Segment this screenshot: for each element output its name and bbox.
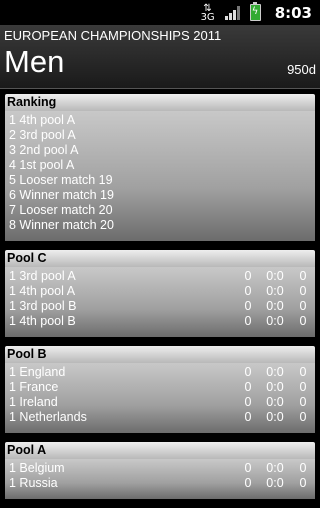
ranking-section[interactable]: Ranking 1 4th pool A2 3rd pool A3 2nd po…	[5, 94, 315, 241]
pool-row[interactable]: 1 Netherlands 0 0:0 0	[5, 410, 315, 425]
games-value: 0	[244, 314, 252, 328]
points-value: 0	[299, 365, 307, 379]
points-value: 0	[299, 269, 307, 283]
score-value: 0:0	[266, 380, 284, 394]
score-value: 0:0	[266, 314, 284, 328]
ranking-row[interactable]: 3 2nd pool A	[5, 143, 315, 158]
ranking-row[interactable]: 1 4th pool A	[5, 113, 315, 128]
team-name: 1 Ireland	[9, 395, 58, 409]
points-value: 0	[299, 410, 307, 424]
points-value: 0	[299, 314, 307, 328]
standings-list[interactable]: Ranking 1 4th pool A2 3rd pool A3 2nd po…	[5, 94, 315, 508]
score-value: 0:0	[266, 299, 284, 313]
pool-section[interactable]: Pool B1 England 0 0:0 0 1 France 0 0:0 0 1 Irela…	[5, 346, 315, 433]
section-header-ranking: Ranking	[5, 94, 315, 111]
games-value: 0	[244, 410, 252, 424]
ranking-entry: 6 Winner match 19	[9, 188, 114, 202]
ranking-row[interactable]: 6 Winner match 19	[5, 188, 315, 203]
team-name: 1 4th pool B	[9, 314, 76, 328]
ranking-entry: 2 3rd pool A	[9, 128, 76, 142]
points-value: 0	[299, 299, 307, 313]
score-value: 0:0	[266, 365, 284, 379]
team-name: 1 Russia	[9, 476, 58, 490]
distance-label: 950d	[287, 62, 316, 77]
games-value: 0	[244, 269, 252, 283]
pool-row[interactable]: 1 France 0 0:0 0	[5, 380, 315, 395]
team-name: 1 France	[9, 380, 59, 394]
ranking-row[interactable]: 5 Looser match 19	[5, 173, 315, 188]
pool-body: 1 3rd pool A 0 0:0 0 1 4th pool A 0 0:0 0 1 3rd …	[5, 267, 315, 337]
ranking-body: 1 4th pool A2 3rd pool A3 2nd pool A4 1s…	[5, 111, 315, 241]
games-value: 0	[244, 476, 252, 490]
games-value: 0	[244, 395, 252, 409]
page-title: Men	[4, 44, 65, 79]
status-bar: ⇅ 3G ϟ 8:03	[0, 0, 320, 25]
points-value: 0	[299, 395, 307, 409]
ranking-row[interactable]: 7 Looser match 20	[5, 203, 315, 218]
section-header-pool: Pool C	[5, 250, 315, 267]
battery-charging-icon: ϟ	[249, 2, 261, 21]
team-name: 1 Netherlands	[9, 410, 87, 424]
games-value: 0	[244, 380, 252, 394]
ranking-row[interactable]: 8 Winner match 20	[5, 218, 315, 233]
games-value: 0	[244, 284, 252, 298]
network-3g-icon: ⇅ 3G	[200, 2, 215, 23]
pool-body: 1 England 0 0:0 0 1 France 0 0:0 0 1 Ireland 0 0:0…	[5, 363, 315, 433]
score-value: 0:0	[266, 269, 284, 283]
score-value: 0:0	[266, 476, 284, 490]
points-value: 0	[299, 461, 307, 475]
pool-body: 1 Belgium 0 0:0 0 1 Russia 0 0:0 0	[5, 459, 315, 499]
pool-row[interactable]: 1 3rd pool A 0 0:0 0	[5, 269, 315, 284]
ranking-entry: 3 2nd pool A	[9, 143, 79, 157]
team-name: 1 3rd pool A	[9, 269, 76, 283]
games-value: 0	[244, 365, 252, 379]
team-name: 1 England	[9, 365, 66, 379]
signal-icon	[224, 5, 240, 20]
games-value: 0	[244, 299, 252, 313]
score-value: 0:0	[266, 395, 284, 409]
ranking-row[interactable]: 2 3rd pool A	[5, 128, 315, 143]
games-value: 0	[244, 461, 252, 475]
pool-row[interactable]: 1 3rd pool B 0 0:0 0	[5, 299, 315, 314]
pool-row[interactable]: 1 Belgium 0 0:0 0	[5, 461, 315, 476]
score-value: 0:0	[266, 461, 284, 475]
points-value: 0	[299, 284, 307, 298]
title-bar: EUROPEAN CHAMPIONSHIPS 2011 Men 950d	[0, 25, 320, 89]
ranking-entry: 7 Looser match 20	[9, 203, 113, 217]
team-name: 1 4th pool A	[9, 284, 76, 298]
section-header-pool: Pool A	[5, 442, 315, 459]
pool-row[interactable]: 1 England 0 0:0 0	[5, 365, 315, 380]
pool-row[interactable]: 1 4th pool A 0 0:0 0	[5, 284, 315, 299]
points-value: 0	[299, 380, 307, 394]
ranking-entry: 4 1st pool A	[9, 158, 75, 172]
pool-section[interactable]: Pool A 1 Belgium 0 0:0 0 1 Russia 0 0:0 0	[5, 442, 315, 499]
pool-row[interactable]: 1 Russia 0 0:0 0	[5, 476, 315, 491]
score-value: 0:0	[266, 284, 284, 298]
ranking-entry: 1 4th pool A	[9, 113, 76, 127]
ranking-entry: 5 Looser match 19	[9, 173, 113, 187]
pool-row[interactable]: 1 Ireland 0 0:0 0	[5, 395, 315, 410]
pool-section[interactable]: Pool C1 3rd pool A 0 0:0 0 1 4th pool A 0 0:0 0…	[5, 250, 315, 337]
ranking-entry: 8 Winner match 20	[9, 218, 114, 232]
team-name: 1 Belgium	[9, 461, 65, 475]
points-value: 0	[299, 476, 307, 490]
status-time: 8:03	[274, 3, 312, 22]
score-value: 0:0	[266, 410, 284, 424]
ranking-row[interactable]: 4 1st pool A	[5, 158, 315, 173]
pool-row[interactable]: 1 4th pool B 0 0:0 0	[5, 314, 315, 329]
app-title: EUROPEAN CHAMPIONSHIPS 2011	[4, 28, 222, 43]
team-name: 1 3rd pool B	[9, 299, 77, 313]
section-header-pool: Pool B	[5, 346, 315, 363]
